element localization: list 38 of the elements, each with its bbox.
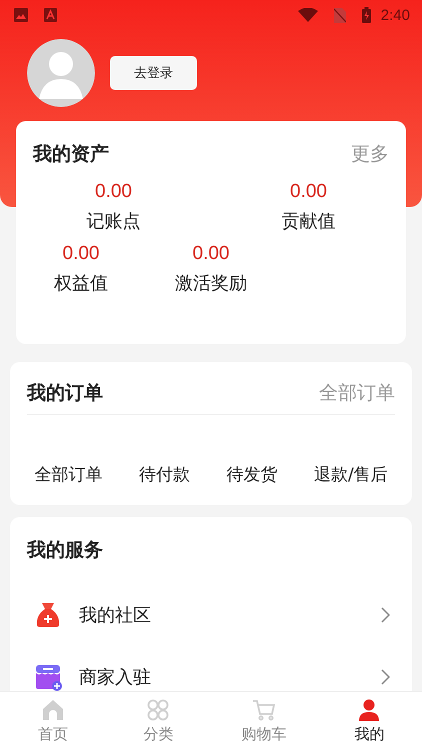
chevron-right-icon: [381, 669, 390, 685]
asset-value: 0.00: [62, 243, 100, 265]
home-icon: [42, 698, 64, 720]
order-status-link[interactable]: 退款/售后: [314, 463, 388, 486]
login-button[interactable]: 去登录: [110, 56, 197, 90]
grid-icon: [147, 698, 170, 720]
person-icon: [358, 698, 380, 720]
asset-value: 0.00: [95, 181, 132, 203]
tab-item[interactable]: 购物车: [211, 692, 316, 750]
asset-label: 权益值: [54, 272, 108, 295]
asset-label: 激活奖励: [175, 272, 247, 295]
service-item[interactable]: 我的社区: [10, 598, 412, 632]
section-title: 我的订单: [27, 381, 103, 406]
tab-item[interactable]: 分类: [106, 692, 211, 750]
asset-label: 记账点: [86, 210, 140, 233]
cart-icon: [252, 698, 276, 720]
wifi-icon: [298, 8, 318, 22]
image-icon: [14, 8, 28, 22]
clock-time: 2:40: [380, 6, 410, 24]
service-label: 我的社区: [79, 604, 152, 627]
tab-item[interactable]: 首页: [0, 692, 106, 750]
service-item[interactable]: 商家入驻: [10, 660, 412, 694]
letter-a-icon: [44, 8, 57, 22]
avatar-icon: [27, 39, 95, 107]
service-label: 商家入驻: [79, 666, 152, 689]
chevron-right-icon: [381, 607, 390, 623]
battery-icon: [362, 7, 371, 23]
order-status-link[interactable]: 全部订单: [34, 463, 102, 486]
asset-label: 贡献值: [282, 210, 336, 233]
order-status-link[interactable]: 待发货: [226, 463, 278, 486]
asset-value: 0.00: [290, 181, 327, 203]
section-title: 我的资产: [33, 142, 109, 167]
asset-value: 0.00: [192, 243, 230, 265]
money-bag-icon: [34, 601, 62, 629]
section-title: 我的服务: [27, 538, 103, 563]
no-sim-icon: [334, 8, 346, 22]
order-status-link[interactable]: 待付款: [138, 463, 190, 486]
tab-item[interactable]: 我的: [316, 692, 422, 750]
